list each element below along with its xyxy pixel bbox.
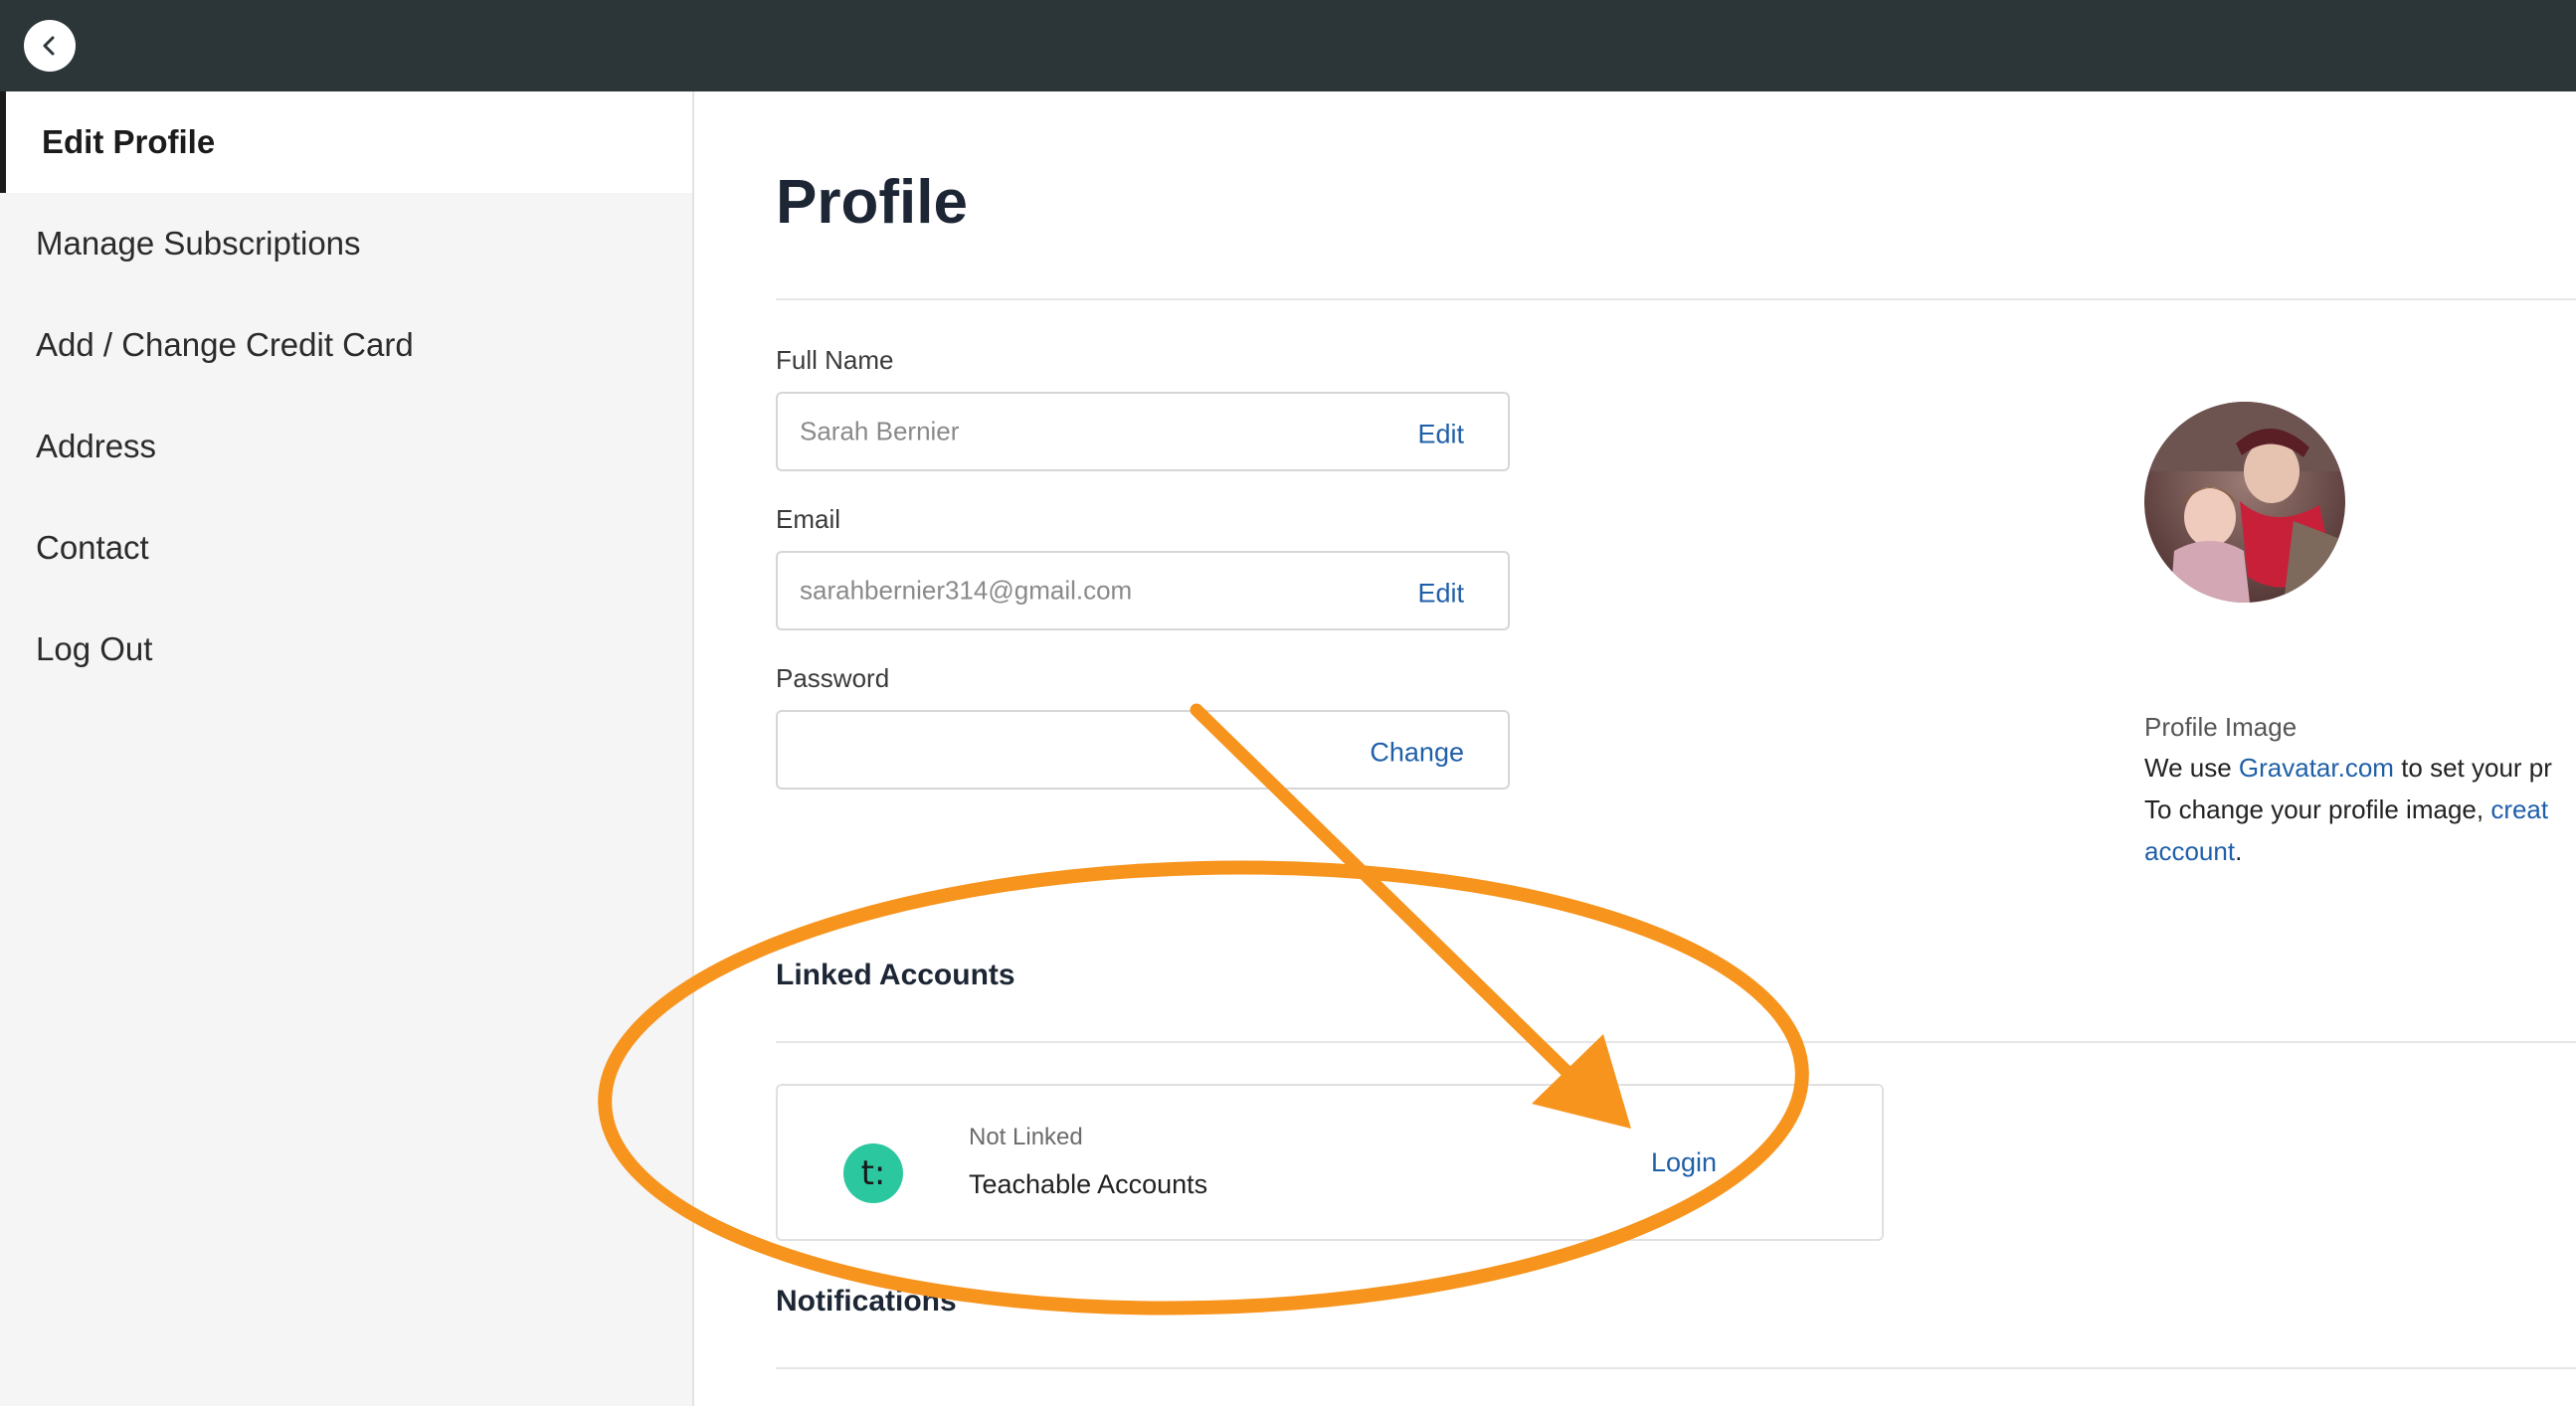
email-edit-button[interactable]: Edit — [1417, 579, 1464, 610]
teachable-logo-icon: t: — [843, 1143, 903, 1203]
sidebar-item-label: Contact — [36, 529, 149, 566]
top-bar — [0, 0, 2576, 91]
sidebar-item-credit-card[interactable]: Add / Change Credit Card — [0, 294, 692, 396]
profile-image-text: to set your pr — [2393, 753, 2552, 783]
sidebar-item-label: Address — [36, 428, 157, 464]
sidebar-item-manage-subscriptions[interactable]: Manage Subscriptions — [0, 193, 692, 294]
profile-image-label: Profile Image — [2144, 712, 2298, 742]
profile-image-text: We use — [2144, 753, 2239, 783]
chevron-left-icon — [43, 36, 55, 56]
sidebar-item-label: Log Out — [36, 630, 153, 667]
password-change-button[interactable]: Change — [1370, 738, 1464, 769]
full-name-value: Sarah Bernier — [800, 416, 960, 446]
page-title: Profile — [776, 168, 968, 237]
email-value: sarahbernier314@gmail.com — [800, 575, 1133, 606]
sidebar-item-log-out[interactable]: Log Out — [0, 599, 692, 700]
email-label: Email — [776, 504, 841, 534]
full-name-edit-button[interactable]: Edit — [1417, 420, 1464, 450]
sidebar-item-contact[interactable]: Contact — [0, 497, 692, 599]
full-name-label: Full Name — [776, 345, 894, 375]
sidebar-item-edit-profile[interactable]: Edit Profile — [0, 91, 692, 193]
profile-image-text: . — [2235, 836, 2243, 866]
avatar — [2144, 402, 2345, 603]
avatar-photo — [2144, 402, 2345, 603]
profile-image-line-3: account. — [2144, 836, 2242, 867]
sidebar-item-address[interactable]: Address — [0, 396, 692, 497]
full-name-field[interactable]: Sarah Bernier Edit — [776, 392, 1510, 471]
sidebar: Edit Profile Manage Subscriptions Add / … — [0, 91, 694, 1406]
create-account-link[interactable]: creat — [2490, 794, 2548, 824]
notifications-heading: Notifications — [776, 1285, 957, 1318]
linked-accounts-heading: Linked Accounts — [776, 959, 1015, 991]
profile-image-line-1: We use Gravatar.com to set your pr — [2144, 753, 2552, 784]
email-field[interactable]: sarahbernier314@gmail.com Edit — [776, 551, 1510, 630]
sidebar-item-label: Manage Subscriptions — [36, 225, 361, 262]
notifications-divider — [776, 1367, 2576, 1369]
linked-account-status: Not Linked — [969, 1124, 1083, 1150]
login-link[interactable]: Login — [1651, 1147, 1717, 1178]
linked-account-card: t: Not Linked Teachable Accounts Login — [776, 1084, 1884, 1241]
title-divider — [776, 298, 2576, 300]
password-field[interactable]: Change — [776, 710, 1510, 790]
sidebar-item-label: Add / Change Credit Card — [36, 326, 414, 363]
gravatar-link[interactable]: Gravatar.com — [2239, 753, 2394, 783]
account-link[interactable]: account — [2144, 836, 2235, 866]
sidebar-item-label: Edit Profile — [42, 123, 216, 160]
back-button[interactable] — [24, 20, 76, 72]
profile-image-line-2: To change your profile image, creat — [2144, 794, 2548, 825]
profile-image-text: To change your profile image, — [2144, 794, 2491, 824]
password-label: Password — [776, 663, 890, 693]
linked-account-name: Teachable Accounts — [969, 1169, 1208, 1199]
linked-accounts-divider — [776, 1041, 2576, 1043]
